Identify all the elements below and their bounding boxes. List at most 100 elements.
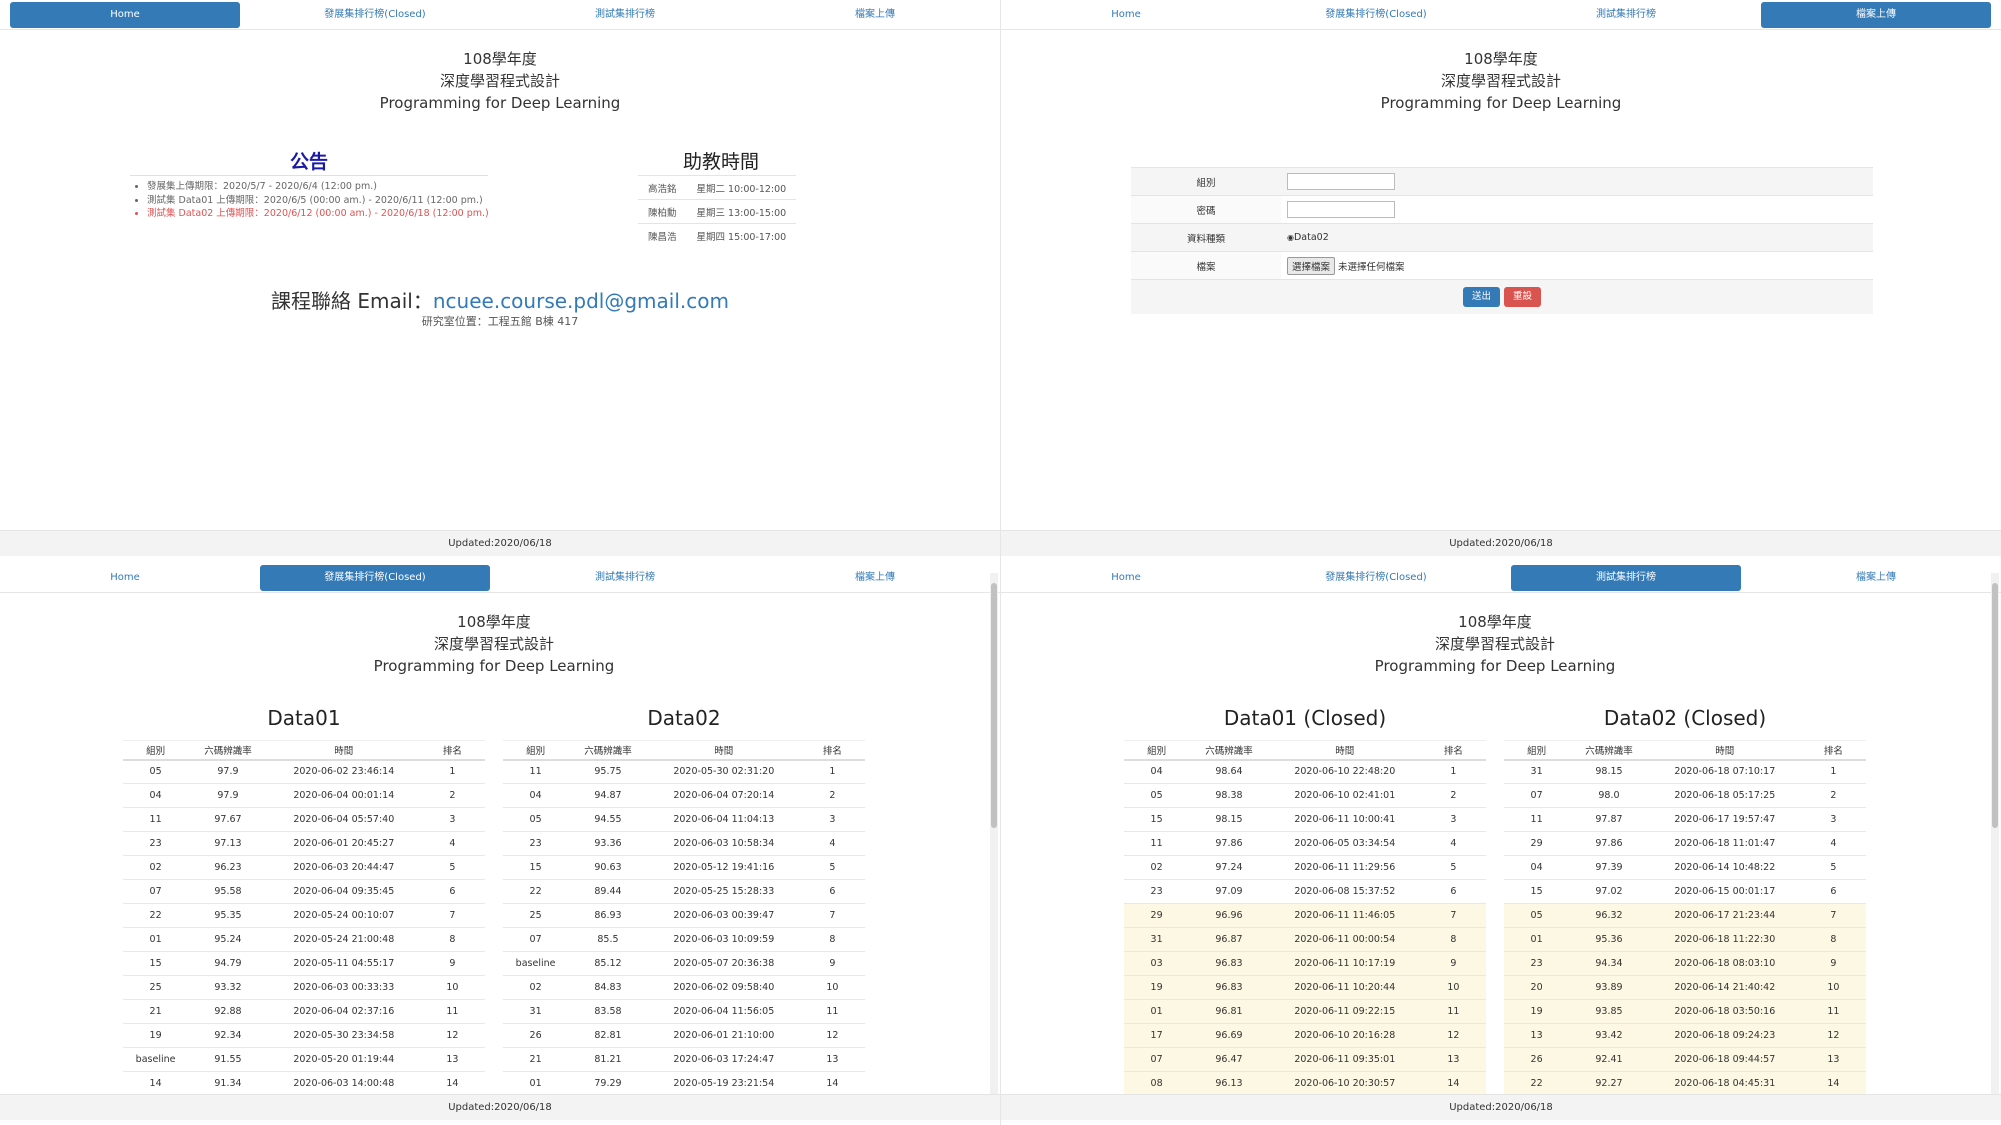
submit-button[interactable]: 送出 — [1462, 286, 1500, 307]
table-row: 04 97.9 2020-06-04 00:01:14 2 — [123, 783, 485, 808]
table-cell: 2020-06-03 10:09:59 — [647, 927, 800, 952]
test-data02-table: 組別 六碼辨識率 時間 排名 31 98.15 2020-06-18 07:10:17 1 07… — [1504, 740, 1866, 1096]
table-row: 31 98.15 2020-06-18 07:10:17 1 — [1504, 759, 1866, 784]
nav-upload[interactable]: 檔案上傳 — [1761, 1, 1991, 28]
column-header: 排名 — [1420, 740, 1486, 761]
nav-upload[interactable]: 檔案上傳 — [1761, 565, 1991, 591]
table-cell: 2020-06-15 00:01:17 — [1648, 879, 1801, 904]
nav-dev-leaderboard[interactable]: 發展集排行榜(Closed) — [260, 564, 490, 591]
table-header-row: 組別 六碼辨識率 時間 排名 — [503, 740, 865, 761]
table-row: 26 92.41 2020-06-18 09:44:57 13 — [1504, 1047, 1866, 1072]
column-header: 六碼辨識率 — [568, 740, 648, 761]
course-title-zh: 深度學習程式設計 — [433, 635, 554, 653]
table-cell: 5 — [799, 855, 865, 880]
form-row: 資料種類 ◉Data02 — [1131, 223, 1873, 252]
table-row: baseline 91.55 2020-05-20 01:19:44 13 — [123, 1047, 485, 1072]
table-cell: 04 — [1504, 855, 1570, 880]
reset-button[interactable]: 重設 — [1504, 286, 1542, 307]
nav-test-leaderboard[interactable]: 測試集排行榜 — [1511, 564, 1741, 591]
email-link[interactable]: ncuee.course.pdl@gmail.com — [433, 289, 729, 313]
nav-upload[interactable]: 檔案上傳 — [760, 2, 990, 28]
table-cell: 6 — [419, 879, 485, 904]
scrollbar[interactable] — [990, 573, 998, 1108]
data-type-radio[interactable]: ◉ — [1287, 233, 1294, 242]
table-cell: 4 — [1420, 831, 1486, 856]
table-cell: 23 — [123, 831, 189, 856]
form-row: 密碼 — [1131, 195, 1873, 224]
table-cell: 2020-06-10 22:48:20 — [1268, 759, 1421, 784]
scrollbar-thumb[interactable] — [991, 583, 997, 828]
nav-test-leaderboard[interactable]: 測試集排行榜 — [510, 2, 740, 28]
column-header: 時間 — [647, 740, 800, 761]
nav-dev-leaderboard[interactable]: 發展集排行榜(Closed) — [1261, 565, 1491, 591]
table-row: 17 96.69 2020-06-10 20:16:28 12 — [1124, 1023, 1486, 1048]
nav-home[interactable]: Home — [1011, 565, 1241, 591]
table-cell: baseline — [503, 951, 569, 976]
table-cell: 3 — [1420, 807, 1486, 832]
table-row: 23 97.09 2020-06-08 15:37:52 6 — [1124, 879, 1486, 904]
table-cell: 4 — [1800, 831, 1866, 856]
group-input[interactable] — [1287, 173, 1395, 190]
table-cell: 94.55 — [568, 807, 648, 832]
table-cell: 2020-06-18 11:01:47 — [1648, 831, 1801, 856]
table-cell: 12 — [419, 1023, 485, 1048]
nav-home[interactable]: Home — [10, 565, 240, 591]
table-cell: 97.02 — [1569, 879, 1649, 904]
nav-test-leaderboard[interactable]: 測試集排行榜 — [1511, 2, 1741, 28]
table-cell: 14 — [123, 1071, 189, 1096]
table-row: 15 98.15 2020-06-11 10:00:41 3 — [1124, 807, 1486, 832]
announcement-item: 發展集上傳期限：2020/5/7 - 2020/6/4 (12:00 pm.) — [147, 180, 489, 194]
column-header: 組別 — [1504, 740, 1570, 761]
table-cell: 31 — [503, 999, 569, 1024]
table-cell: 83.58 — [568, 999, 648, 1024]
table-row: 11 95.75 2020-05-30 02:31:20 1 — [503, 759, 865, 784]
password-label: 密碼 — [1131, 195, 1281, 224]
table-row: 05 98.38 2020-06-10 02:41:01 2 — [1124, 783, 1486, 808]
table-cell: 6 — [1420, 879, 1486, 904]
table-cell: 4 — [799, 831, 865, 856]
table-cell: 23 — [1504, 951, 1570, 976]
table-cell: 97.9 — [188, 783, 268, 808]
table-cell: 26 — [503, 1023, 569, 1048]
table-cell: 2020-06-11 10:20:44 — [1268, 975, 1421, 1000]
table-cell: 22 — [123, 903, 189, 928]
nav-test-leaderboard[interactable]: 測試集排行榜 — [510, 565, 740, 591]
table-cell: 2020-06-18 04:45:31 — [1648, 1071, 1801, 1096]
table-cell: 92.34 — [188, 1023, 268, 1048]
table-row: 04 97.39 2020-06-14 10:48:22 5 — [1504, 855, 1866, 880]
table-cell: 8 — [1420, 927, 1486, 952]
nav-dev-leaderboard[interactable]: 發展集排行榜(Closed) — [1261, 2, 1491, 28]
table-cell: 2020-05-24 21:00:48 — [267, 927, 420, 952]
table-cell: 97.86 — [1569, 831, 1649, 856]
table-cell: 98.38 — [1189, 783, 1269, 808]
choose-file-button[interactable]: 選擇檔案 — [1287, 256, 1336, 275]
table-cell: 10 — [1800, 975, 1866, 1000]
table-cell: 2020-06-11 11:29:56 — [1268, 855, 1421, 880]
nav-upload[interactable]: 檔案上傳 — [760, 565, 990, 591]
table-cell: 8 — [1800, 927, 1866, 952]
table-row: 23 97.13 2020-06-01 20:45:27 4 — [123, 831, 485, 856]
scrollbar-thumb[interactable] — [1992, 583, 1998, 828]
table-cell: 05 — [1124, 783, 1190, 808]
ta-row: 高浩銘 星期二 10:00-12:00 — [638, 175, 797, 200]
form-row: 組別 — [1131, 167, 1873, 196]
table-cell: 9 — [419, 951, 485, 976]
table-cell: 11 — [1124, 831, 1190, 856]
table-cell: 95.36 — [1569, 927, 1649, 952]
table-cell: 12 — [799, 1023, 865, 1048]
table-cell: 9 — [1420, 951, 1486, 976]
table-cell: 19 — [1504, 999, 1570, 1024]
table-cell: 2020-05-25 15:28:33 — [647, 879, 800, 904]
nav-home[interactable]: Home — [1011, 2, 1241, 28]
table-cell: 25 — [123, 975, 189, 1000]
file-label: 檔案 — [1131, 251, 1281, 280]
table-cell: 95.35 — [188, 903, 268, 928]
ta-row: 陳昌浩 星期四 15:00-17:00 — [638, 223, 797, 248]
table-row: 05 96.32 2020-06-17 21:23:44 7 — [1504, 903, 1866, 928]
table-cell: 5 — [419, 855, 485, 880]
nav-home[interactable]: Home — [10, 1, 240, 28]
password-input[interactable] — [1287, 201, 1395, 218]
table-cell: 05 — [123, 759, 189, 784]
scrollbar[interactable] — [1991, 573, 1999, 1108]
nav-dev-leaderboard[interactable]: 發展集排行榜(Closed) — [260, 2, 490, 28]
